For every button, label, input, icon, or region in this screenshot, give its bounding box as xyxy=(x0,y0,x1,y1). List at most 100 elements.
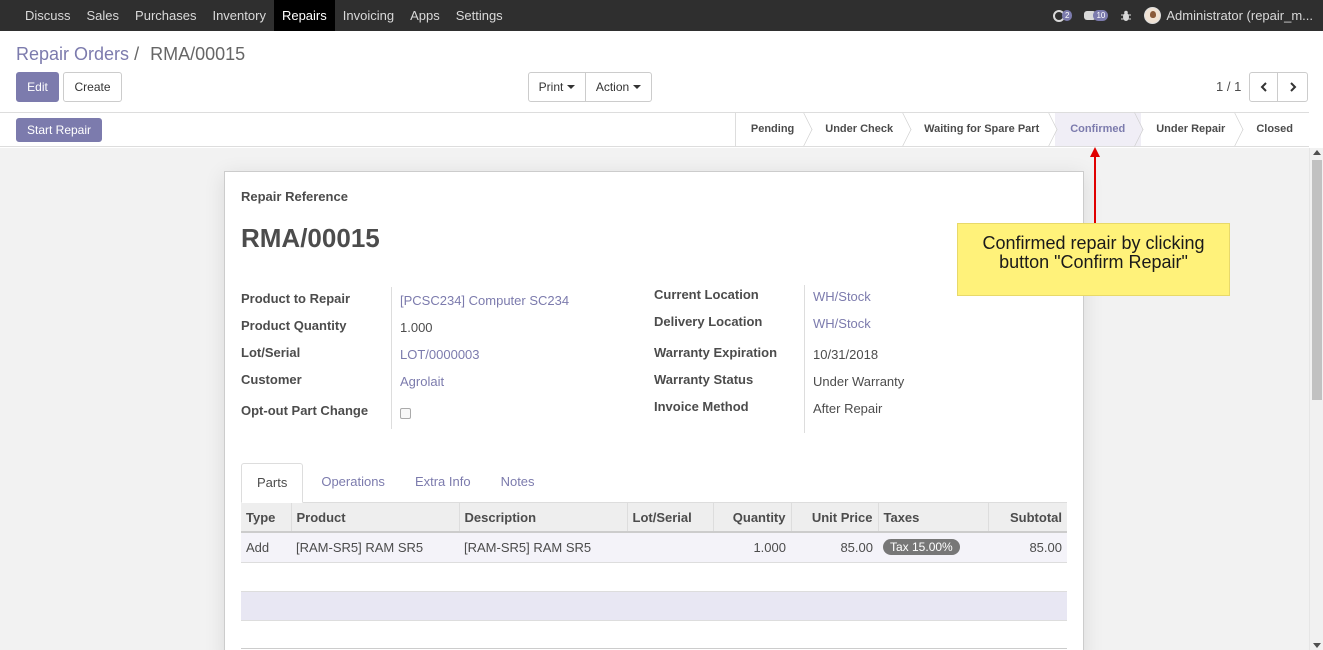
scrollbar[interactable] xyxy=(1309,148,1323,650)
opt-out-part-change-checkbox[interactable] xyxy=(400,408,411,419)
avatar xyxy=(1144,7,1162,24)
col-taxes[interactable]: Taxes xyxy=(877,503,988,533)
product-to-repair-label: Product to Repair xyxy=(241,291,351,306)
warranty-expiration-value: 10/31/2018 xyxy=(813,347,879,362)
annotation-arrow-head xyxy=(1090,147,1100,157)
user-name: Administrator (repair_m... xyxy=(1166,8,1313,23)
top-navbar: Discuss Sales Purchases Inventory Repair… xyxy=(0,0,1323,31)
systray: 2 10 Administrator (repair_m... xyxy=(1052,0,1323,31)
pager-previous-button[interactable] xyxy=(1249,72,1278,102)
col-type[interactable]: Type xyxy=(241,503,291,533)
current-location-value[interactable]: WH/Stock xyxy=(813,289,871,304)
current-location-label: Current Location xyxy=(654,287,759,302)
col-product[interactable]: Product xyxy=(290,503,459,533)
notebook-tabs: Parts Operations Extra Info Notes xyxy=(241,463,1067,503)
scrollbar-thumb[interactable] xyxy=(1312,160,1322,400)
menu-invoicing[interactable]: Invoicing xyxy=(335,0,402,31)
menu-settings[interactable]: Settings xyxy=(448,0,511,31)
edit-button[interactable]: Edit xyxy=(16,72,59,102)
chevron-right-icon xyxy=(1289,82,1296,92)
breadcrumb-separator: / xyxy=(134,44,140,64)
empty-table-row xyxy=(241,591,1067,621)
message-badge: 10 xyxy=(1093,10,1109,21)
breadcrumb-repair-orders[interactable]: Repair Orders xyxy=(16,44,129,64)
create-button[interactable]: Create xyxy=(63,72,122,102)
stage-under-check[interactable]: Under Check xyxy=(810,113,909,146)
product-quantity-value: 1.000 xyxy=(400,320,433,335)
caret-down-icon xyxy=(567,85,576,89)
menu-apps[interactable]: Apps xyxy=(402,0,448,31)
menu-repairs[interactable]: Repairs xyxy=(273,0,335,31)
opt-out-part-change-label: Opt-out Part Change xyxy=(241,403,369,418)
product-to-repair-value[interactable]: [PCSC234] Computer SC234 xyxy=(400,293,569,308)
table-row[interactable]: Add [RAM-SR5] RAM SR5 [RAM-SR5] RAM SR5 … xyxy=(241,532,1067,563)
stage-closed[interactable]: Closed xyxy=(1241,113,1309,146)
menu-purchases[interactable]: Purchases xyxy=(127,0,204,31)
stage-waiting-spare-part[interactable]: Waiting for Spare Part xyxy=(909,113,1055,146)
status-stages: Pending Under Check Waiting for Spare Pa… xyxy=(734,113,1309,146)
scroll-down-icon[interactable] xyxy=(1313,643,1321,648)
cell-lot xyxy=(627,532,713,563)
menu-discuss[interactable]: Discuss xyxy=(17,0,79,31)
menu-inventory[interactable]: Inventory xyxy=(204,0,273,31)
cell-product: [RAM-SR5] RAM SR5 xyxy=(291,532,459,563)
tab-parts[interactable]: Parts xyxy=(241,463,304,503)
tab-extra-info[interactable]: Extra Info xyxy=(400,463,486,503)
col-unit-price[interactable]: Unit Price xyxy=(790,503,878,533)
cell-subtotal: 85.00 xyxy=(988,532,1067,563)
stage-pending[interactable]: Pending xyxy=(736,113,810,146)
messaging-menu[interactable]: 10 xyxy=(1084,10,1109,21)
invoice-method-value: After Repair xyxy=(813,401,883,416)
breadcrumb-current: RMA/00015 xyxy=(150,44,246,64)
lot-serial-label: Lot/Serial xyxy=(241,345,301,360)
cell-type: Add xyxy=(241,532,291,563)
action-button[interactable]: Action xyxy=(585,72,652,102)
scroll-up-icon[interactable] xyxy=(1313,150,1321,155)
repair-reference-label: Repair Reference xyxy=(241,189,348,204)
cell-taxes: Tax 15.00% xyxy=(878,532,988,563)
chevron-left-icon xyxy=(1260,82,1267,92)
col-subtotal[interactable]: Subtotal xyxy=(987,503,1067,533)
tab-operations[interactable]: Operations xyxy=(306,463,400,503)
caret-down-icon xyxy=(633,85,642,89)
stage-under-repair[interactable]: Under Repair xyxy=(1141,113,1241,146)
delivery-location-value[interactable]: WH/Stock xyxy=(813,316,871,331)
debug-menu[interactable] xyxy=(1120,10,1132,22)
tab-notes[interactable]: Notes xyxy=(486,463,550,503)
pager-next-button[interactable] xyxy=(1277,72,1308,102)
lot-serial-value[interactable]: LOT/0000003 xyxy=(400,347,480,362)
tax-tag: Tax 15.00% xyxy=(883,539,960,556)
col-quantity[interactable]: Quantity xyxy=(712,503,791,533)
start-repair-button[interactable]: Start Repair xyxy=(16,118,102,142)
cell-description: [RAM-SR5] RAM SR5 xyxy=(459,532,627,563)
menu-sales[interactable]: Sales xyxy=(79,0,128,31)
breadcrumb: Repair Orders / RMA/00015 xyxy=(16,44,245,65)
divider xyxy=(804,285,805,433)
divider xyxy=(391,287,392,429)
print-button[interactable]: Print xyxy=(528,72,586,102)
pager-value[interactable]: 1 / 1 xyxy=(1216,79,1241,94)
delivery-location-label: Delivery Location xyxy=(654,314,763,329)
stage-confirmed[interactable]: Confirmed xyxy=(1055,113,1142,146)
cell-unit-price: 85.00 xyxy=(791,532,878,563)
print-label: Print xyxy=(538,80,564,94)
main-menu: Discuss Sales Purchases Inventory Repair… xyxy=(0,0,511,31)
warranty-status-label: Warranty Status xyxy=(654,372,754,387)
activity-menu[interactable]: 2 xyxy=(1052,9,1073,22)
warranty-expiration-label: Warranty Expiration xyxy=(654,345,778,360)
repair-reference-title: RMA/00015 xyxy=(241,223,380,253)
annotation-note: Confirmed repair by clicking button "Con… xyxy=(957,223,1230,296)
warranty-status-value: Under Warranty xyxy=(813,374,905,389)
customer-value[interactable]: Agrolait xyxy=(400,374,444,389)
product-quantity-label: Product Quantity xyxy=(241,318,347,333)
bug-icon xyxy=(1121,10,1132,21)
annotation-arrow-line xyxy=(1094,155,1096,223)
invoice-method-label: Invoice Method xyxy=(654,399,749,414)
parts-table: Type Product Description Lot/Serial Quan… xyxy=(241,503,1067,563)
col-lot-serial[interactable]: Lot/Serial xyxy=(626,503,713,533)
form-statusbar: Start Repair Pending Under Check Waiting… xyxy=(0,112,1309,147)
col-description[interactable]: Description xyxy=(458,503,627,533)
table-header-row: Type Product Description Lot/Serial Quan… xyxy=(241,503,1067,533)
user-menu[interactable]: Administrator (repair_m... xyxy=(1144,7,1323,24)
action-label: Action xyxy=(595,80,630,94)
